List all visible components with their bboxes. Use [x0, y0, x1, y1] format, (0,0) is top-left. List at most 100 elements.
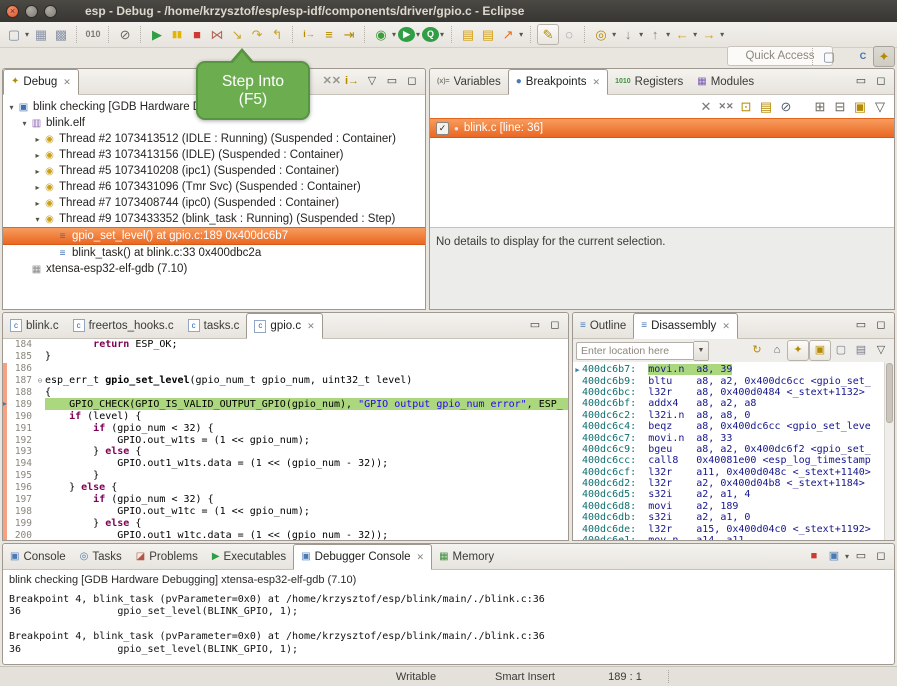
tab-variables[interactable]: (x)=Variables — [430, 69, 508, 94]
collapse-all-icon[interactable]: ⊟ — [830, 97, 850, 116]
show-supported-breakpoints-icon[interactable]: ⊡ — [736, 97, 756, 116]
maximize-icon[interactable]: ◻ — [871, 72, 891, 91]
code-text[interactable]: } else { — [45, 482, 568, 494]
location-dropdown-icon[interactable]: ▼ — [694, 341, 709, 361]
disassembly-row[interactable]: 400dc6c7: movi.na8, 33 — [573, 432, 885, 443]
code-text[interactable]: return ESP_OK; — [45, 339, 568, 351]
previous-annotation-icon[interactable]: ↑ — [645, 25, 665, 44]
code-editor[interactable]: 184 return ESP_OK;185}186187⊖esp_err_t g… — [3, 339, 568, 540]
code-text[interactable]: } else { — [45, 446, 568, 458]
tree-expander-icon[interactable]: ▸ — [32, 183, 43, 192]
resume-icon[interactable]: ▶ — [147, 25, 167, 44]
maximize-icon[interactable]: ◻ — [871, 316, 891, 335]
remove-breakpoint-icon[interactable]: ✕ — [696, 97, 716, 116]
previous-annotation-dropdown-icon[interactable]: ▾ — [666, 30, 670, 39]
tab-debug[interactable]: ✦Debug✕ — [3, 69, 79, 95]
disassembly-row[interactable]: 400dc6c2: l32i.na8, a8, 0 — [573, 410, 885, 421]
code-text[interactable]: if (gpio_num < 32) { — [45, 494, 568, 506]
window-minimize-button[interactable] — [25, 5, 38, 18]
open-project-icon[interactable]: ▤ — [458, 25, 478, 44]
use-step-filters-icon[interactable]: ⇥ — [339, 25, 359, 44]
step-return-icon[interactable]: ↰ — [267, 25, 287, 44]
expand-all-icon[interactable]: ⊞ — [810, 97, 830, 116]
goto-file-icon[interactable]: ▤ — [756, 97, 776, 116]
disassembly-row[interactable]: 400dc6e1: mov.na14, a11 — [573, 535, 885, 540]
debug-tree-row[interactable]: ▾◉Thread #9 1073433352 (blink_task : Run… — [3, 211, 425, 227]
next-annotation-dropdown-icon[interactable]: ▾ — [639, 30, 643, 39]
pin-editor-icon[interactable]: ◎ — [591, 25, 611, 44]
minimize-icon[interactable]: ▭ — [851, 72, 871, 91]
maximize-icon[interactable]: ◻ — [402, 72, 422, 91]
code-line[interactable]: 188{ — [3, 387, 568, 399]
run-dropdown-icon[interactable]: ▾ — [416, 30, 420, 39]
tree-expander-icon[interactable]: ▸ — [32, 199, 43, 208]
code-line[interactable]: 197 if (gpio_num < 32) { — [3, 494, 568, 506]
disassembly-row[interactable]: 400dc6cf: l32ra11, 0x400d048c <_stext+11… — [573, 467, 885, 478]
tab-breakpoints[interactable]: ●Breakpoints✕ — [508, 69, 608, 95]
close-tab-icon[interactable]: ✕ — [63, 77, 71, 88]
code-line[interactable]: 190 if (level) { — [3, 410, 568, 422]
tab-outline[interactable]: ≡Outline — [573, 313, 633, 338]
close-tab-icon[interactable]: ✕ — [722, 321, 730, 332]
disassembly-row[interactable]: 400dc6bc: l32ra8, 0x400d0484 <_stext+113… — [573, 387, 885, 398]
home-icon[interactable]: ⌂ — [767, 341, 787, 360]
disassembly-scrollbar[interactable] — [884, 362, 894, 540]
instruction-stepping-icon[interactable]: i→ — [299, 25, 319, 44]
minimize-icon[interactable]: ▭ — [851, 547, 871, 566]
disassembly-row[interactable]: 400dc6db: s32ia2, a1, 0 — [573, 512, 885, 523]
code-line[interactable]: 186 — [3, 363, 568, 375]
view-menu-icon[interactable]: ▽ — [362, 72, 382, 91]
new-wizard-dropdown-icon[interactable]: ▾ — [25, 30, 29, 39]
skip-all-breakpoints-icon[interactable]: ⊘ — [115, 25, 135, 44]
code-text[interactable]: GPIO.out_w1ts = (1 << gpio_num); — [45, 434, 568, 446]
disassembly-row[interactable]: 400dc6d2: l32ra2, 0x400d04b8 <_stext+118… — [573, 478, 885, 489]
display-console-dropdown-icon[interactable]: ▾ — [845, 552, 849, 561]
tree-expander-icon[interactable]: ▸ — [32, 151, 43, 160]
code-text[interactable]: } — [45, 351, 568, 363]
show-all-threads-icon[interactable]: ≡ — [319, 25, 339, 44]
debug-tree-row[interactable]: ▸◉Thread #6 1073431096 (Tmr Svc) (Suspen… — [3, 179, 425, 195]
close-tab-icon[interactable]: ✕ — [417, 552, 425, 563]
sync-selection-icon[interactable]: ▣ — [809, 340, 831, 361]
toggle-annotations-icon[interactable]: ◌ — [559, 25, 579, 44]
display-console-icon[interactable]: ▣ — [824, 547, 844, 566]
disassembly-row[interactable]: 400dc6d5: s32ia2, a1, 4 — [573, 489, 885, 500]
minimize-icon[interactable]: ▭ — [525, 316, 545, 335]
disassembly-row[interactable]: 400dc6c9: bgeua8, a2, 0x400dc6f2 <gpio_s… — [573, 444, 885, 455]
code-text[interactable] — [45, 363, 568, 375]
tab-tasks[interactable]: ◎Tasks — [73, 544, 129, 569]
flash-target-dropdown-icon[interactable]: ▾ — [519, 30, 523, 39]
fold-minus-icon[interactable]: ⊖ — [35, 376, 45, 385]
window-maximize-button[interactable] — [44, 5, 57, 18]
code-line[interactable]: 196 } else { — [3, 482, 568, 494]
tree-expander-icon[interactable]: ▾ — [6, 103, 17, 112]
disassembly-row[interactable]: 400dc6bf: addx4a8, a2, a8 — [573, 398, 885, 409]
code-text[interactable]: esp_err_t gpio_set_level(gpio_num_t gpio… — [45, 375, 568, 387]
remove-all-breakpoints-icon[interactable]: ✕✕ — [716, 97, 736, 116]
minimize-icon[interactable]: ▭ — [382, 72, 402, 91]
profile-dropdown-icon[interactable]: ▾ — [440, 30, 444, 39]
code-text[interactable]: } — [45, 470, 568, 482]
forward-dropdown-icon[interactable]: ▾ — [720, 30, 724, 39]
new-wizard-icon[interactable]: ▢ — [4, 25, 24, 44]
breakpoint-checkbox[interactable]: ✓ — [436, 122, 449, 135]
tab-registers[interactable]: 1010Registers — [608, 69, 690, 94]
debug-tree-row[interactable]: ▸◉Thread #5 1073410208 (ipc1) (Suspended… — [3, 163, 425, 179]
debug-tree-row[interactable]: ▸◉Thread #7 1073408744 (ipc0) (Suspended… — [3, 195, 425, 211]
debug-dropdown-icon[interactable]: ▾ — [392, 30, 396, 39]
forward-icon[interactable]: → — [699, 25, 719, 44]
code-line[interactable]: 198 GPIO.out_w1tc = (1 << gpio_num); — [3, 505, 568, 517]
debug-tree-row[interactable]: ≡blink_task() at blink.c:33 0x400dbc2a — [3, 245, 425, 261]
disassembly-row[interactable]: 400dc6b9: bltua8, a2, 0x400dc6cc <gpio_s… — [573, 375, 885, 386]
export-icon[interactable]: ▤ — [851, 341, 871, 360]
code-line[interactable]: 184 return ESP_OK; — [3, 339, 568, 351]
editor-tab-gpio-c[interactable]: cgpio.c✕ — [246, 313, 322, 339]
code-text[interactable]: { — [45, 387, 568, 399]
code-text[interactable]: } else { — [45, 517, 568, 529]
step-over-icon[interactable]: ↷ — [247, 25, 267, 44]
disassembly-row[interactable]: 400dc6cc: call80x40081e00 <esp_log_times… — [573, 455, 885, 466]
view-menu-icon[interactable]: ▽ — [870, 97, 890, 116]
tab-console[interactable]: ▣Console — [3, 544, 73, 569]
code-text[interactable]: GPIO.out1_w1ts.data = (1 << (gpio_num - … — [45, 458, 568, 470]
code-line[interactable]: 191 if (gpio_num < 32) { — [3, 422, 568, 434]
